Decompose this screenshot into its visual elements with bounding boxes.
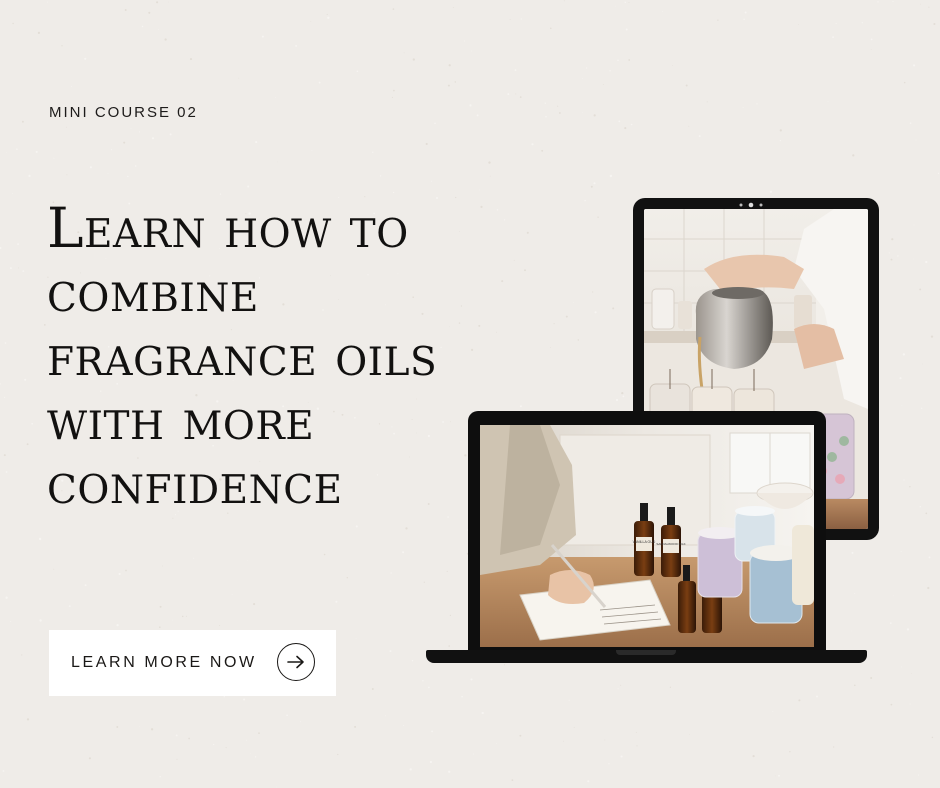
- headline-line: fragrance oils: [47, 324, 438, 388]
- bottle-label: VANILLA OUD: [633, 540, 656, 544]
- headline-line: combine: [47, 260, 259, 324]
- fragrance-notes-photo: VANILLA OUD SANDALWOOD MILK: [480, 425, 814, 647]
- bottle-label: SANDALWOOD MILK: [656, 542, 685, 546]
- laptop-mockup: VANILLA OUD SANDALWOOD MILK: [468, 411, 826, 653]
- learn-more-button[interactable]: LEARN MORE NOW: [49, 630, 336, 696]
- headline-line: Learn how to: [47, 196, 409, 260]
- tablet-camera: [733, 202, 779, 208]
- laptop-hinge-notch: [616, 650, 676, 655]
- laptop-base: [426, 650, 867, 663]
- course-kicker: MINI COURSE 02: [49, 104, 198, 121]
- arrow-right-icon: [277, 643, 315, 681]
- learn-more-label: LEARN MORE NOW: [71, 654, 257, 671]
